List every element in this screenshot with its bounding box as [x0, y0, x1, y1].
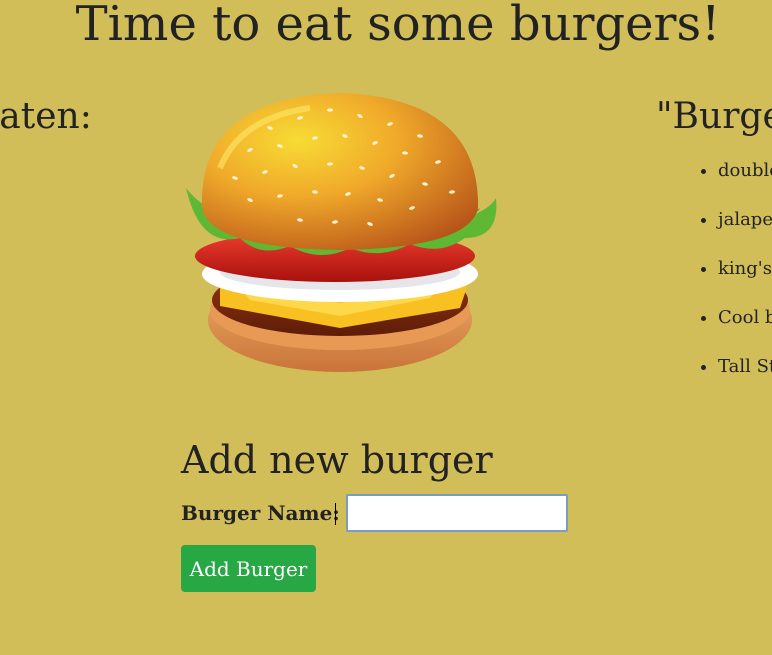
burgers-heading: "Burge: [656, 96, 772, 137]
list-item: jalape: [718, 199, 772, 248]
page-title: Time to eat some burgers!: [75, 0, 721, 52]
add-burger-button[interactable]: Add Burger: [181, 545, 316, 592]
burger-name-input[interactable]: [345, 494, 568, 532]
list-item: double: [718, 150, 772, 199]
page: Time to eat some burgers! eaten:: [0, 0, 772, 655]
devoured-heading: eaten:: [0, 96, 92, 137]
add-burger-heading: Add new burger: [181, 438, 493, 482]
burger-name-label: Burger Name:: [181, 501, 340, 525]
list-item: king's: [718, 248, 772, 297]
text-caret: [335, 503, 336, 525]
burger-name-row: Burger Name:: [181, 494, 568, 532]
burger-list: double jalape king's Cool b Tall St: [696, 150, 772, 395]
burger-image: [186, 93, 497, 372]
list-item: Tall St: [718, 346, 772, 395]
list-item: Cool b: [718, 297, 772, 346]
